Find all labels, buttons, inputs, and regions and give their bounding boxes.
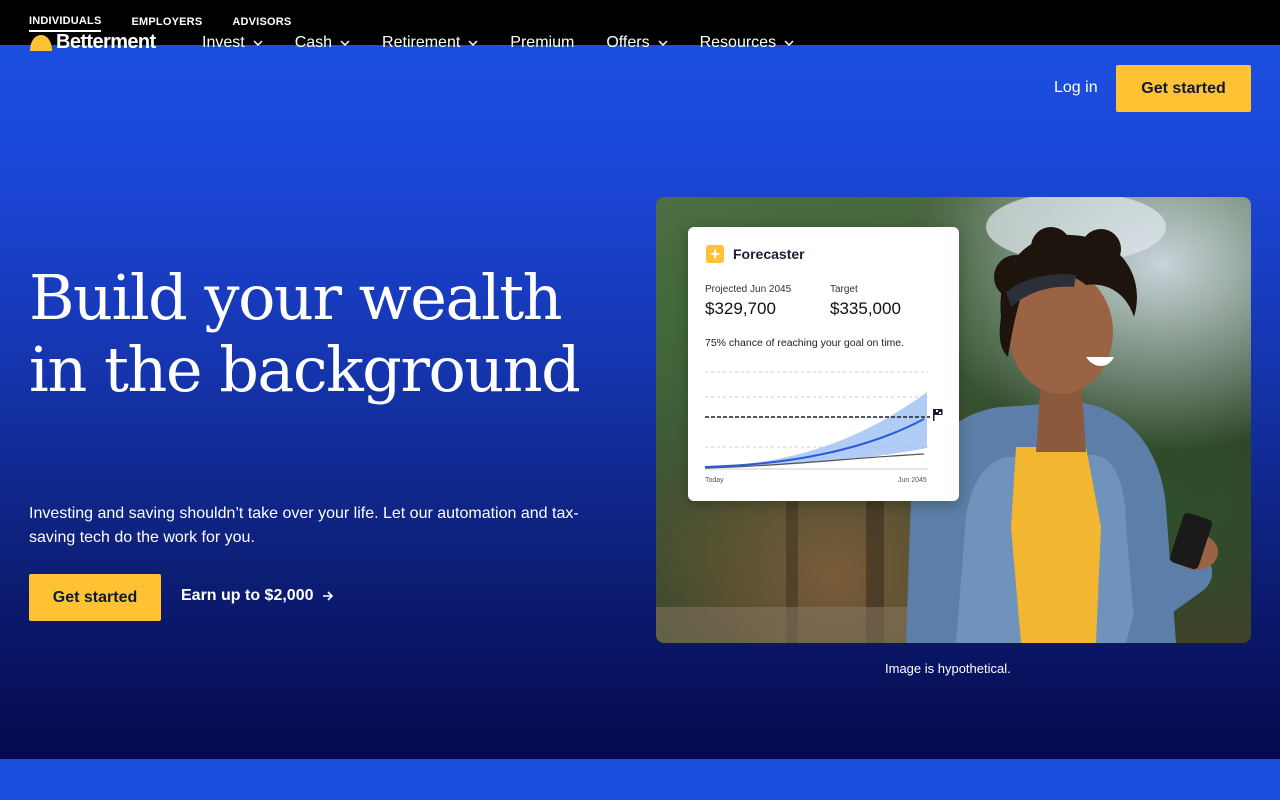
projected-label: Projected Jun 2045	[705, 284, 792, 295]
login-link[interactable]: Log in	[1054, 79, 1098, 97]
sparkle-icon	[706, 245, 724, 263]
nav-get-started-button[interactable]: Get started	[1116, 65, 1251, 112]
next-section-strip	[0, 759, 1280, 800]
forecaster-title: Forecaster	[733, 246, 805, 262]
forecast-chart: Today Jun 2045	[704, 371, 943, 484]
nav-item-cash[interactable]: Cash	[295, 31, 350, 55]
logo-mark-icon	[29, 33, 53, 52]
hero-get-started-button[interactable]: Get started	[29, 574, 161, 621]
chevron-down-icon	[340, 40, 350, 46]
nav-item-label: Offers	[606, 34, 650, 51]
nav-item-label: Resources	[699, 34, 777, 51]
x-end-label: Jun 2045	[898, 477, 927, 484]
chevron-down-icon	[784, 40, 794, 46]
target-label: Target	[830, 284, 858, 295]
projected-block: Projected Jun 2045 $329,700	[705, 284, 791, 319]
target-block: Target $335,000	[830, 284, 901, 319]
nav-item-offers[interactable]: Offers	[606, 31, 668, 55]
image-caption: Image is hypothetical.	[885, 661, 1011, 676]
nav-item-label: Cash	[294, 34, 333, 51]
earn-bonus-label: Earn up to $2,000	[181, 587, 314, 604]
chevron-down-icon	[468, 40, 478, 46]
nav-item-label: Premium	[510, 34, 575, 51]
nav-item-resources[interactable]: Resources	[700, 31, 794, 55]
forecaster-card: Forecaster Projected Jun 2045 $329,700 T…	[688, 227, 959, 501]
finish-flag-icon	[933, 409, 943, 421]
nav-item-retirement[interactable]: Retirement	[382, 31, 478, 55]
nav-item-label: Invest	[202, 34, 245, 51]
tab-advisors[interactable]: ADVISORS	[232, 16, 291, 31]
tab-individuals[interactable]: INDIVIDUALS	[29, 15, 102, 32]
chevron-down-icon	[658, 40, 668, 46]
tab-employers[interactable]: EMPLOYERS	[131, 16, 202, 31]
hero-subtitle: Investing and saving shouldn’t take over…	[29, 505, 579, 546]
forecaster-header: Forecaster	[706, 245, 805, 263]
logo[interactable]: Betterment	[29, 31, 156, 54]
chevron-down-icon	[253, 40, 263, 46]
logo-text: Betterment	[56, 31, 156, 53]
arrow-right-icon	[322, 591, 333, 601]
nav-item-label: Retirement	[382, 34, 461, 51]
goal-chance-text: 75% chance of reaching your goal on time…	[705, 337, 905, 349]
target-value: $335,000	[830, 299, 901, 318]
nav-item-invest[interactable]: Invest	[202, 31, 263, 55]
nav-item-premium[interactable]: Premium	[510, 31, 574, 55]
nav-menu: Invest Cash Retirement Premium Offers Re…	[202, 31, 826, 55]
x-start-label: Today	[705, 477, 724, 484]
earn-bonus-link[interactable]: Earn up to $2,000	[181, 587, 334, 605]
hero-title: Build your wealth in the background	[29, 261, 581, 406]
projected-value: $329,700	[705, 299, 776, 318]
